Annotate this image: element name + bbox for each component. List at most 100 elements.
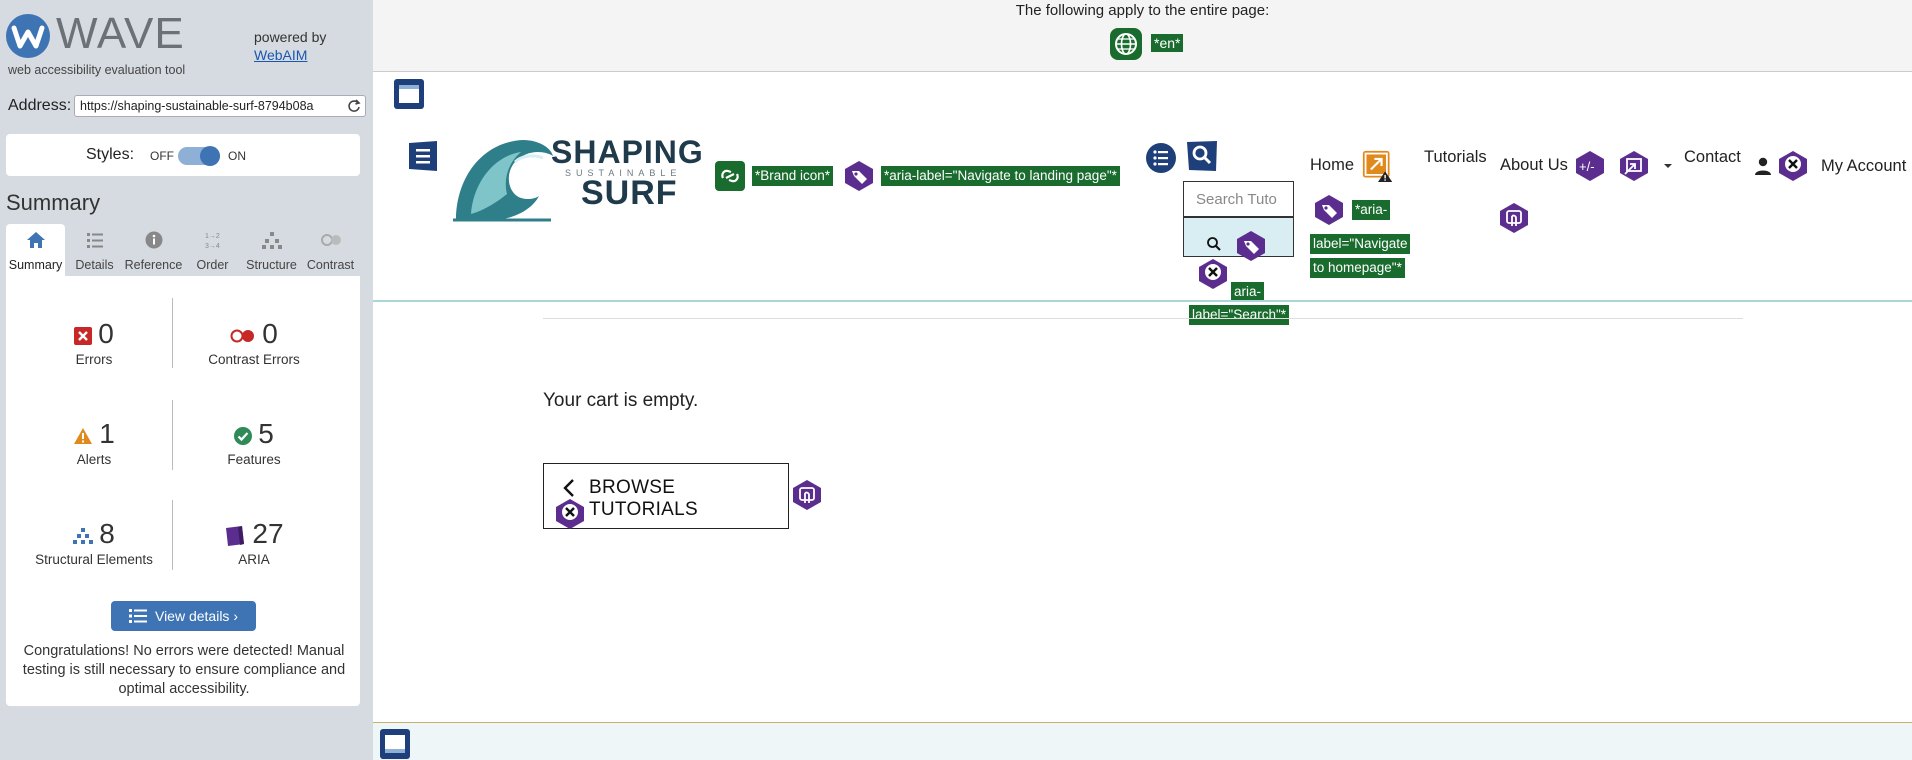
tab-structure[interactable]: Structure: [242, 224, 301, 276]
alerts-count: 1: [99, 418, 115, 449]
styles-toggle-card: Styles: OFF ON: [6, 134, 360, 176]
home-aria-label-2: label="Navigate: [1310, 234, 1411, 254]
aria-label-icon[interactable]: [1235, 230, 1267, 262]
summary-panel: 0 Errors 0 Contrast Errors 1 Alerts 5 Fe…: [6, 276, 360, 706]
stat-contrast-errors[interactable]: 0 Contrast Errors: [174, 318, 334, 367]
wave-tagline: web accessibility evaluation tool: [8, 63, 186, 77]
contrast-errors-label: Contrast Errors: [208, 352, 300, 367]
address-input[interactable]: https://shaping-sustainable-surf-8794b08…: [74, 95, 366, 117]
landing-aria-label: *aria-label="Navigate to landing page"*: [881, 166, 1120, 186]
stat-structural[interactable]: 8 Structural Elements: [14, 518, 174, 567]
structure-icon: [261, 232, 282, 249]
tab-label: Structure: [246, 258, 297, 272]
wave-sidebar: WAVE web accessibility evaluation tool p…: [0, 0, 373, 760]
stat-features[interactable]: 5 Features: [174, 418, 334, 467]
tab-label: Contrast: [306, 258, 355, 272]
summary-heading: Summary: [6, 190, 101, 215]
tab-label: Order: [196, 258, 229, 272]
aria-hidden-icon[interactable]: [1777, 150, 1809, 182]
webaim-link[interactable]: WebAIM: [254, 46, 326, 64]
site-logo[interactable]: SHAPING SUSTAINABLE SURF: [451, 134, 703, 224]
aria-expanded-icon[interactable]: +/-: [1574, 150, 1606, 182]
chevron-left-icon: [563, 479, 574, 497]
powered-by-text: powered by: [254, 29, 327, 45]
wave-logo-icon: [6, 14, 50, 58]
tab-label: Details: [75, 258, 114, 272]
browse-tutorials-button[interactable]: BROWSE TUTORIALS: [543, 463, 789, 529]
content-divider: [543, 318, 1743, 319]
tab-details[interactable]: Details: [65, 224, 124, 276]
contrast-errors-count: 0: [262, 318, 278, 349]
cart-empty-message: Your cart is empty.: [543, 390, 699, 411]
navigation-icon[interactable]: [407, 140, 439, 172]
language-badge: *en*: [1151, 34, 1184, 52]
order-icon: 1→23→4: [205, 233, 220, 250]
aria-hidden-icon[interactable]: [1197, 258, 1229, 290]
aria-label-icon[interactable]: [1313, 194, 1345, 226]
structural-label: Structural Elements: [35, 552, 153, 567]
styles-on-label: ON: [228, 149, 246, 163]
alert-icon: [74, 427, 93, 444]
structural-count: 8: [99, 518, 115, 549]
aria-menu-icon[interactable]: [791, 479, 823, 511]
search-region-icon[interactable]: [1186, 140, 1218, 172]
tab-order[interactable]: 1→2 3→4 Order: [183, 224, 242, 276]
nav-account[interactable]: My Account: [1821, 157, 1906, 176]
user-icon: [1755, 157, 1771, 175]
stat-alerts[interactable]: 1 Alerts: [14, 418, 174, 467]
congrats-message: Congratulations! No errors were detected…: [22, 643, 346, 697]
info-icon: [145, 231, 162, 249]
nav-home[interactable]: Home: [1310, 156, 1354, 175]
globe-icon[interactable]: [1110, 28, 1142, 60]
address-value: https://shaping-sustainable-surf-8794b08…: [80, 99, 314, 113]
aria-label-icon[interactable]: [843, 160, 875, 192]
svg-text:+/-: +/-: [1579, 159, 1595, 174]
link-image-icon[interactable]: [714, 160, 746, 192]
search-input[interactable]: Search Tuto: [1183, 181, 1294, 217]
powered-by: powered by WebAIM: [254, 28, 326, 64]
tab-reference[interactable]: Reference: [124, 224, 183, 276]
error-icon: [74, 326, 93, 345]
footer-region: [373, 723, 1912, 760]
address-label: Address:: [8, 97, 72, 114]
logo-surf: SURF: [581, 174, 678, 212]
wave-brand-text: WAVE: [56, 9, 185, 58]
toggle-knob: [200, 146, 220, 166]
home-icon: [26, 232, 45, 248]
tab-summary[interactable]: Summary: [6, 224, 65, 276]
tab-label: Summary: [8, 258, 63, 272]
footer-region-icon[interactable]: [379, 728, 411, 760]
chevron-down-icon[interactable]: [1663, 162, 1673, 170]
reload-icon[interactable]: [347, 99, 361, 113]
errors-count: 0: [98, 318, 114, 349]
alert-icon[interactable]: [1362, 150, 1394, 182]
search-aria-label-1: aria-: [1231, 282, 1265, 302]
home-aria-label-3: to homepage"*: [1310, 258, 1405, 278]
stat-aria[interactable]: 27 ARIA: [174, 518, 334, 567]
header-region-icon[interactable]: [393, 78, 425, 110]
list-icon: [86, 233, 103, 248]
page-level-notice: The following apply to the entire page: …: [373, 0, 1912, 72]
aria-hidden-icon[interactable]: [554, 498, 586, 530]
aria-label: ARIA: [238, 552, 270, 567]
styles-toggle[interactable]: [178, 146, 220, 166]
view-details-button[interactable]: View details ›: [111, 601, 256, 631]
styles-off-label: OFF: [150, 149, 174, 163]
tab-label: Reference: [124, 258, 183, 272]
search-icon: [1207, 237, 1221, 251]
home-aria-label-1: *aria-: [1352, 200, 1391, 220]
aria-menu-icon[interactable]: [1498, 202, 1530, 234]
errors-label: Errors: [75, 352, 113, 367]
structure-icon: [73, 527, 94, 544]
svg-text:1→2: 1→2: [205, 233, 220, 240]
search-aria-label-2: label="Search"*: [1189, 305, 1290, 325]
nav-tutorials[interactable]: Tutorials: [1424, 148, 1487, 167]
nav-about[interactable]: About Us: [1500, 156, 1568, 175]
stat-errors[interactable]: 0 Errors: [14, 318, 174, 367]
svg-text:3→4: 3→4: [205, 243, 220, 250]
aria-popup-icon[interactable]: [1618, 150, 1650, 182]
tab-contrast[interactable]: Contrast: [301, 224, 360, 276]
nav-contact[interactable]: Contact: [1684, 148, 1741, 167]
list-icon[interactable]: [1145, 142, 1177, 174]
features-count: 5: [258, 418, 274, 449]
